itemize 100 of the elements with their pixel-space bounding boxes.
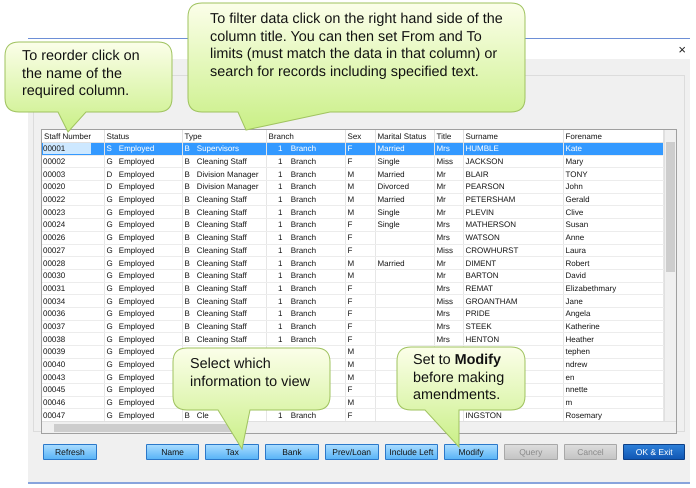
cell-text: F <box>348 220 352 230</box>
code-text: D <box>106 181 114 192</box>
cell-text: PETERSHAM <box>466 195 516 204</box>
action-button[interactable]: Include Left <box>384 444 438 460</box>
cell-text: Branch <box>290 296 316 306</box>
cell-text: PLEVIN <box>466 208 494 217</box>
cell-text: Employed <box>118 410 154 420</box>
cell-text: Mrs <box>436 334 450 344</box>
cell-text: BLAIR <box>466 170 489 179</box>
cell-text: Branch <box>290 334 316 344</box>
code-text: G <box>106 270 114 282</box>
code-text: G <box>106 244 114 256</box>
cell-text: Katherine <box>566 322 600 331</box>
callout-text: Select which information to view <box>190 356 311 391</box>
cell-text: Anne <box>566 233 584 242</box>
cell-text: Married <box>378 258 405 268</box>
close-icon[interactable]: × <box>678 42 690 56</box>
horizontal-scrollbar[interactable] <box>42 421 676 433</box>
cell-text: Rosemary <box>566 410 602 420</box>
code-text: G <box>106 397 114 408</box>
cell-text: 00039 <box>43 347 66 356</box>
cell-text: Cleaning Staff <box>196 271 247 280</box>
cell-text: 00034 <box>43 296 66 306</box>
cell-text: 00020 <box>43 182 66 192</box>
action-button[interactable]: Modify <box>444 444 498 460</box>
code-text: G <box>106 258 114 268</box>
code-text: 1 <box>277 194 282 205</box>
cell-text: Employed <box>118 398 154 408</box>
code-text: G <box>106 206 114 218</box>
cell-text: Cleaning Staff <box>196 284 247 293</box>
action-button[interactable]: Refresh <box>43 444 97 460</box>
cell-text: Susan <box>566 220 588 230</box>
cell-text: Employed <box>118 334 154 344</box>
action-button[interactable]: Name <box>146 444 200 460</box>
code-text: B <box>184 410 191 421</box>
cell-text: BARTON <box>466 271 499 280</box>
code-text: 1 <box>277 206 282 218</box>
cell-text: Mr <box>436 271 446 280</box>
cell-text: Branch <box>290 246 316 255</box>
cell-text: M <box>348 360 354 370</box>
cell-text: 00036 <box>43 309 66 318</box>
cell-text: Branch <box>290 195 316 204</box>
cell-text: Employed <box>118 385 154 394</box>
cell-text: Employed <box>118 284 154 293</box>
cell-text: Mr <box>436 182 446 192</box>
selected-row[interactable]: 00001 S Employed B Supervisors 1 Branch F Married Mrs HUMBLE Kate <box>42 142 663 156</box>
cell-text: Robert <box>566 258 590 268</box>
cell-text: Cleaning Staff <box>196 220 247 230</box>
cell-text: MATHERSON <box>466 220 516 230</box>
cell-text: Employed <box>118 372 154 382</box>
cell-text: 00037 <box>43 322 66 331</box>
cell-text: Branch <box>290 182 316 192</box>
cell-text: Divorced <box>378 182 410 192</box>
cell-text: 00043 <box>43 372 66 382</box>
code-text: B <box>184 270 191 282</box>
cell-text: Single <box>378 208 400 217</box>
cell-text: Mr <box>436 258 446 268</box>
code-text: B <box>184 244 191 256</box>
code-text: 1 <box>277 410 282 421</box>
action-button[interactable]: OK & Exit <box>623 444 685 460</box>
code-text: B <box>184 334 191 345</box>
vertical-scrollbar[interactable] <box>664 130 676 421</box>
cell-text: Branch <box>290 309 316 318</box>
cell-text: Employed <box>118 157 154 166</box>
code-text: 1 <box>277 308 282 320</box>
cell-text: M <box>348 271 354 280</box>
code-text: G <box>106 359 114 370</box>
cell-text: F <box>348 284 352 293</box>
cell-text: Single <box>378 220 400 230</box>
cell-text: Mrs <box>436 309 450 318</box>
cell-text: F <box>348 157 352 166</box>
cell-text: Employed <box>118 360 154 370</box>
cell-text: PRIDE <box>466 309 490 318</box>
code-text: 1 <box>277 143 282 154</box>
cell-text: F <box>348 246 352 255</box>
cell-text: David <box>566 271 586 280</box>
code-text: G <box>106 384 114 396</box>
cell-text: Branch <box>290 170 316 179</box>
action-button[interactable]: Prev/Loan <box>324 444 379 460</box>
cell-text: 00030 <box>43 271 66 280</box>
cell-text: HUMBLE <box>466 144 499 154</box>
cell-text: Cleaning Staff <box>196 246 247 255</box>
cell-text: 00046 <box>43 398 66 408</box>
cell-text: Employed <box>118 309 154 318</box>
cell-text: F <box>348 410 352 420</box>
code-text: B <box>184 219 191 230</box>
cell-text: Branch <box>290 271 316 280</box>
cell-text: INGSTON <box>466 410 502 420</box>
cell-text: F <box>348 334 352 344</box>
cell-text: Mrs <box>436 284 450 293</box>
cell-text: STEEK <box>466 322 492 331</box>
code-text: D <box>106 168 114 180</box>
cell-text: Employed <box>118 170 154 179</box>
cell-text: 00001 <box>43 143 91 154</box>
action-button[interactable]: Tax <box>205 444 260 460</box>
code-text: 1 <box>277 320 282 332</box>
code-text: 1 <box>277 282 282 294</box>
cell-text: M <box>348 372 354 382</box>
cell-text: Employed <box>118 296 154 306</box>
action-button[interactable]: Bank <box>265 444 319 460</box>
